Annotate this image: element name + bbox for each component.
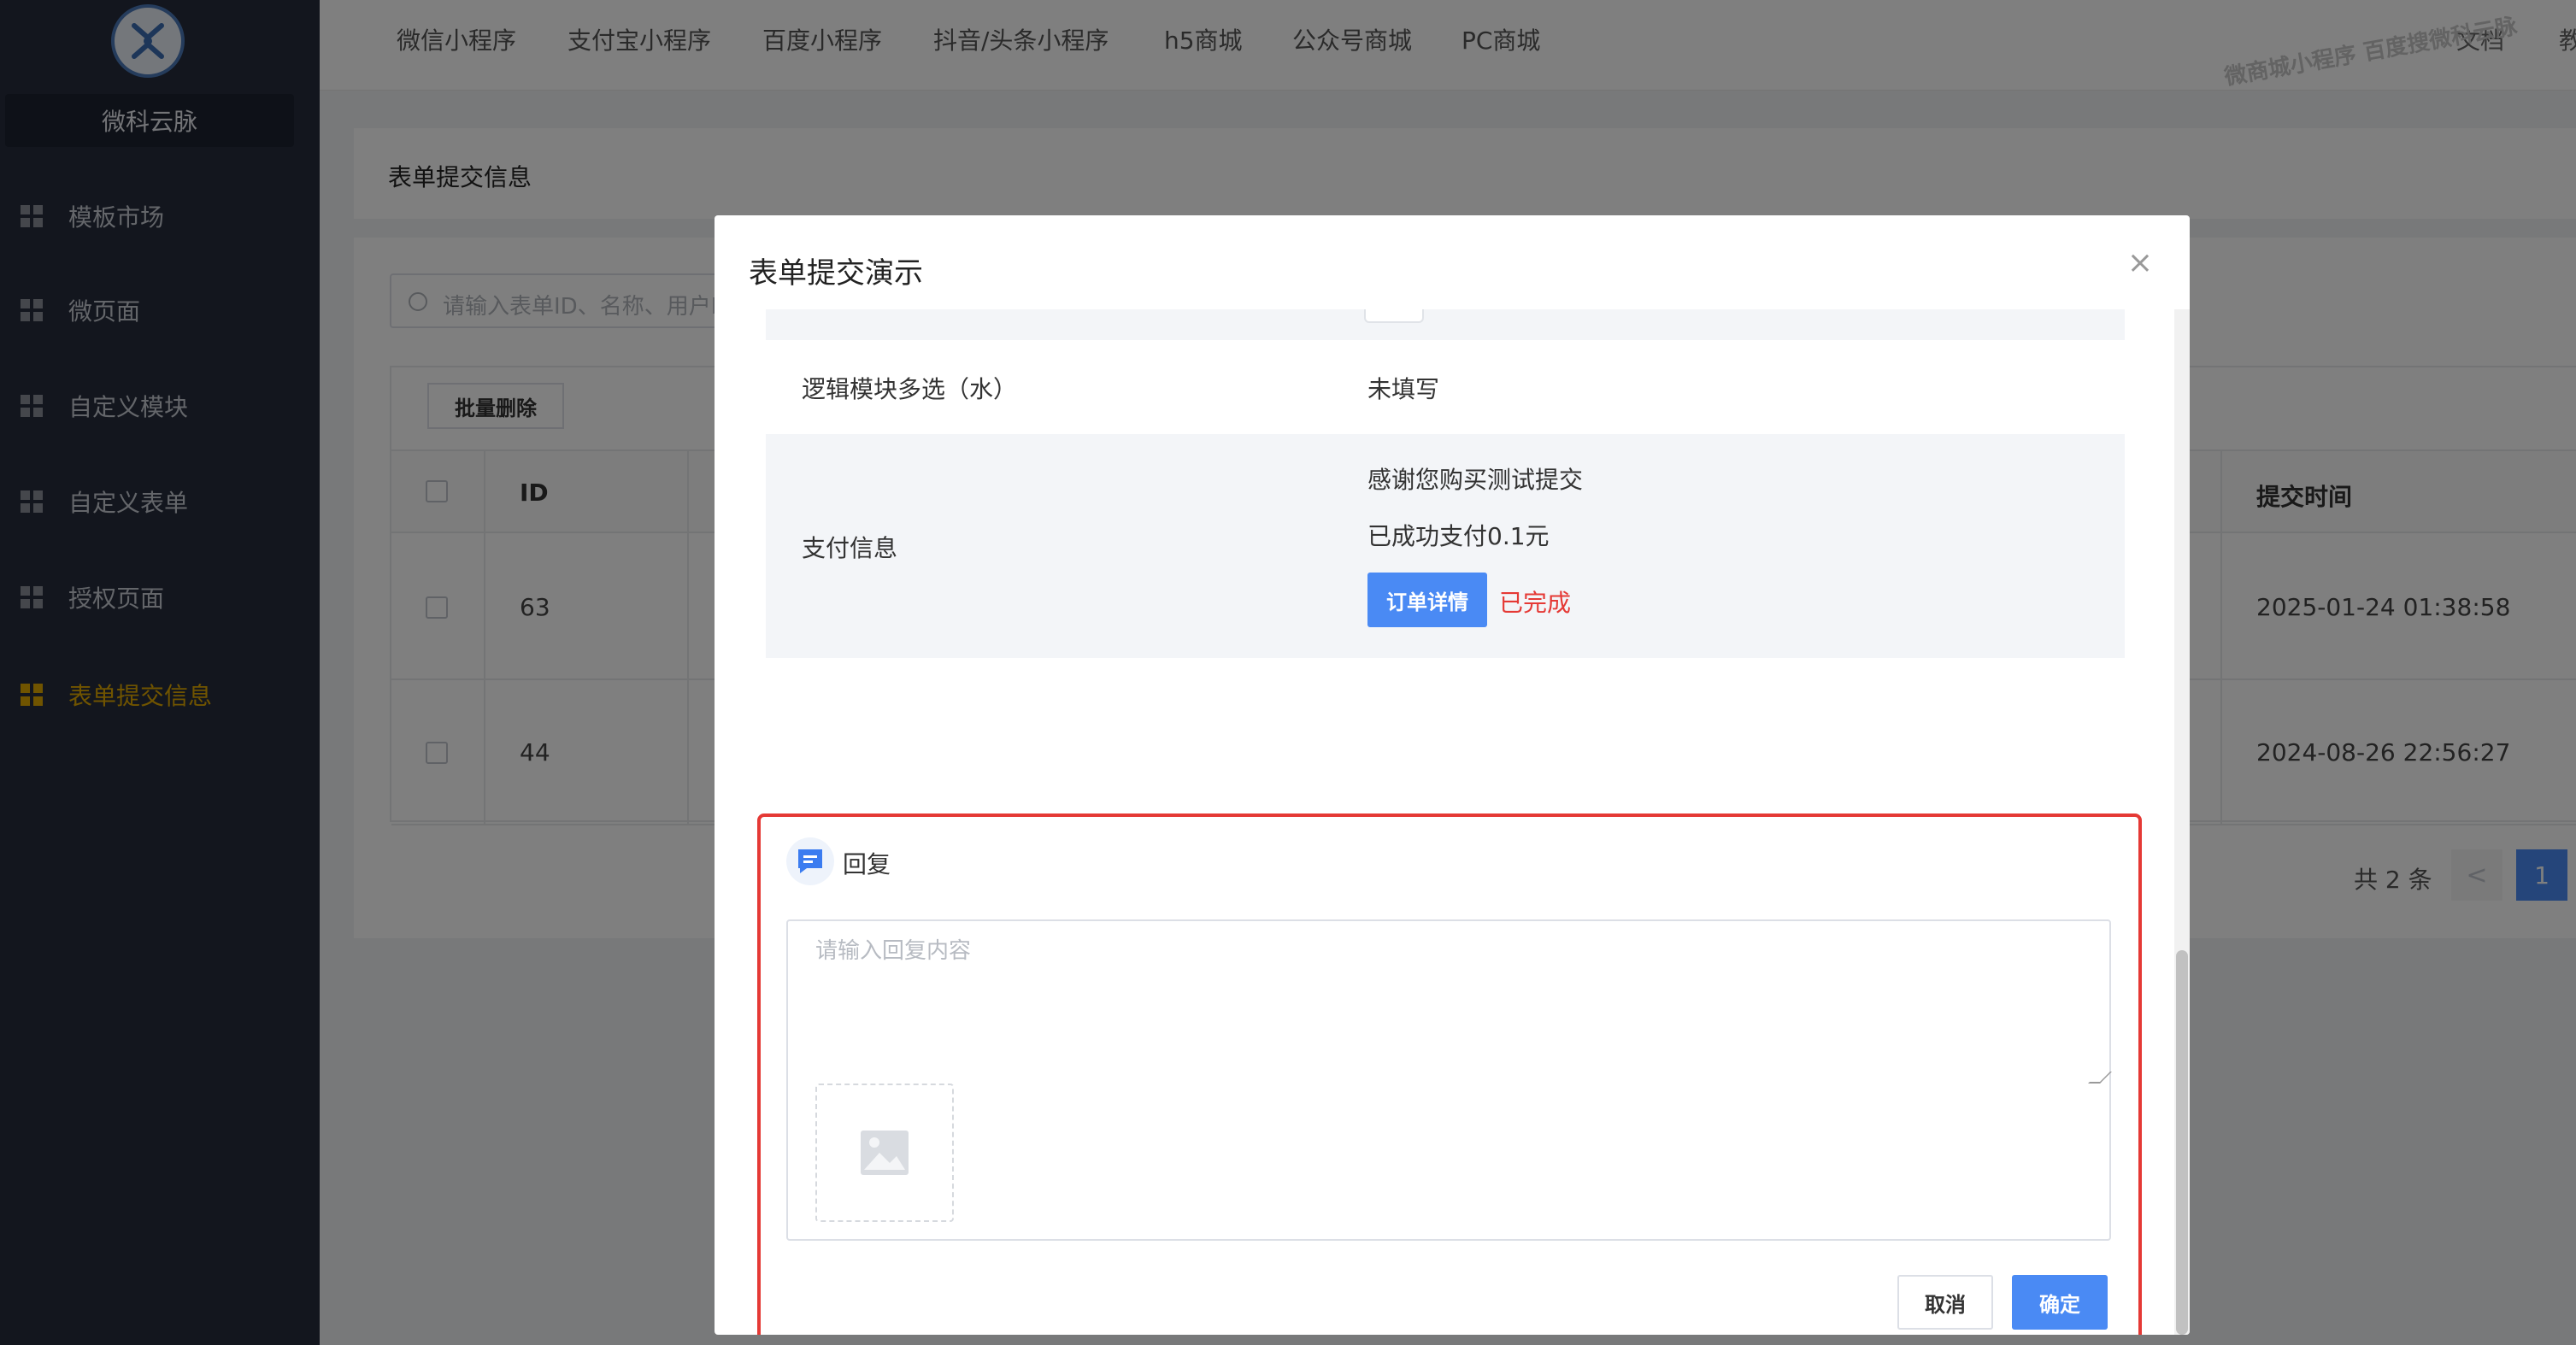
field-key: 逻辑模块多选（水） [802, 375, 1018, 403]
confirm-button[interactable]: 确定 [2012, 1275, 2108, 1330]
close-icon[interactable]: × [2125, 248, 2155, 279]
field-value-box [1364, 309, 1424, 323]
image-icon [861, 1131, 909, 1175]
field-row: 逻辑模块多选（水） 未填写 [766, 340, 2125, 434]
modal-title: 表单提交演示 [749, 256, 923, 291]
message-icon [798, 849, 822, 873]
cancel-button[interactable]: 取消 [1897, 1275, 1993, 1330]
payment-line-2: 已成功支付0.1元 [1367, 522, 1550, 550]
payment-status: 已完成 [1499, 589, 1572, 617]
payment-line-1: 感谢您购买测试提交 [1367, 466, 1584, 494]
reply-section: 回复 请输入回复内容 取消 确定 [757, 813, 2142, 1335]
reply-placeholder: 请输入回复内容 [815, 938, 972, 964]
payment-info-row: 支付信息 感谢您购买测试提交 已成功支付0.1元 订单详情 已完成 [766, 434, 2125, 658]
resize-handle[interactable] [2088, 1072, 2112, 1084]
order-details-button[interactable]: 订单详情 [1367, 573, 1487, 627]
modal-body[interactable]: 逻辑模块多选（水） 未填写 支付信息 感谢您购买测试提交 已成功支付0.1元 订… [715, 309, 2190, 1335]
payment-key: 支付信息 [802, 534, 898, 562]
chat-icon [786, 837, 834, 885]
reply-textarea[interactable]: 请输入回复内容 [786, 919, 2112, 1241]
form-submission-modal: 表单提交演示 × 逻辑模块多选（水） 未填写 支付信息 感谢您购买测试提交 已成… [715, 215, 2190, 1335]
image-upload-button[interactable] [815, 1084, 954, 1222]
modal-scrollbar-thumb[interactable] [2176, 950, 2188, 1335]
previous-field-row [766, 309, 2125, 340]
reply-label: 回复 [843, 850, 891, 878]
field-value: 未填写 [1367, 375, 1440, 403]
